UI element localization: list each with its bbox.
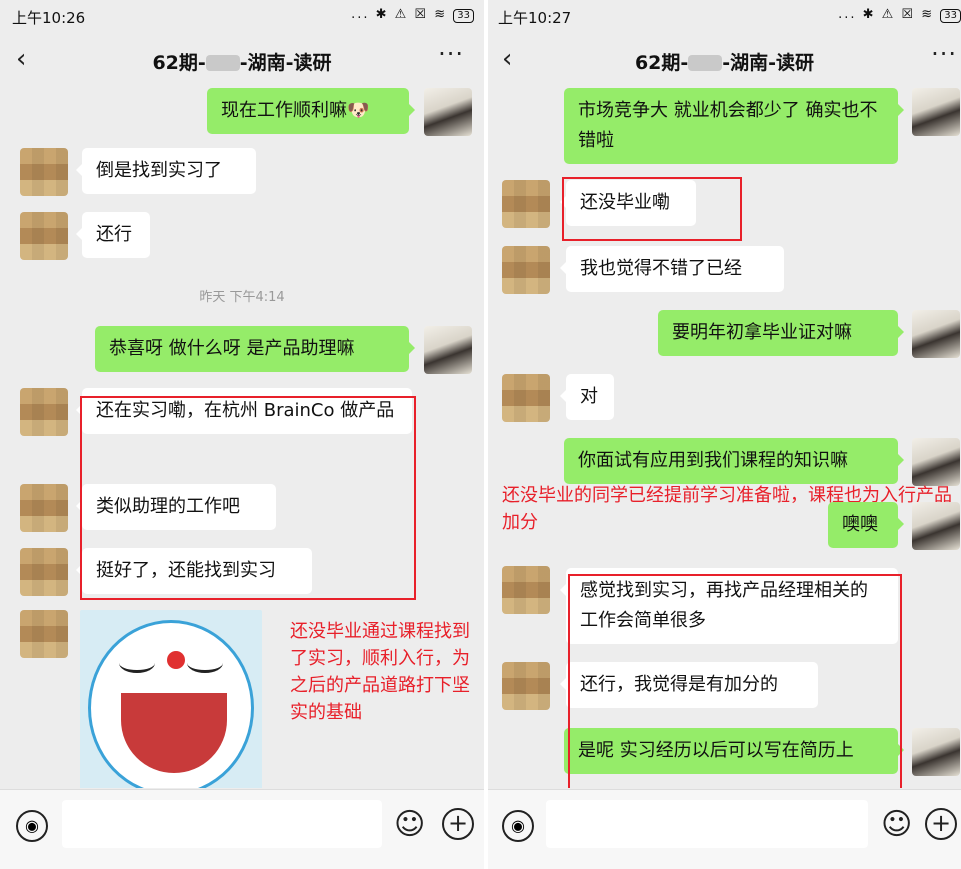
- highlight-box: [80, 396, 416, 600]
- more-icon[interactable]: ···: [438, 40, 464, 68]
- contact-avatar[interactable]: [502, 566, 550, 614]
- status-icons: ... ✱ ⚠ ☒ ≋ 33: [351, 7, 474, 23]
- chat-title-suffix: -湖南-读研: [722, 52, 815, 74]
- battery-icon: 33: [453, 9, 474, 23]
- blurred-name: [205, 55, 240, 71]
- chat-title-prefix: 62期-: [634, 52, 689, 74]
- my-avatar[interactable]: [912, 728, 960, 776]
- my-avatar[interactable]: [912, 438, 960, 486]
- message-list[interactable]: 市场竞争大 就业机会都少了 确实也不错啦 还没毕业嘞 我也觉得不错了已经 要明年…: [488, 88, 961, 788]
- message-bubble[interactable]: 市场竞争大 就业机会都少了 确实也不错啦: [564, 88, 904, 164]
- message-input[interactable]: [546, 800, 868, 848]
- sticker-eye: [119, 653, 155, 673]
- message-input[interactable]: [62, 800, 382, 848]
- input-bar: ◉ ☺ +: [0, 789, 484, 869]
- contact-avatar[interactable]: [20, 212, 68, 260]
- right-chat-screen: 上午10:27 ... ✱ ⚠ ☒ ≋ 33 ‹ 62期- -湖南-读研 ··· …: [488, 0, 961, 869]
- message-bubble[interactable]: 倒是找到实习了: [76, 148, 256, 194]
- chat-title-prefix: 62期-: [152, 52, 206, 74]
- status-time: 上午10:27: [498, 9, 572, 27]
- message-timestamp: 昨天 下午4:14: [199, 290, 285, 305]
- message-bubble[interactable]: 对: [560, 374, 614, 420]
- status-icons: ... ✱ ⚠ ☒ ≋ 33: [838, 7, 961, 23]
- my-avatar[interactable]: [912, 310, 960, 358]
- contact-avatar[interactable]: [502, 180, 550, 228]
- battery-icon: 33: [940, 9, 961, 23]
- chat-title: 62期- -湖南-读研: [0, 48, 484, 75]
- sticker-image[interactable]: [80, 610, 262, 788]
- plus-icon[interactable]: +: [925, 808, 957, 840]
- status-time: 上午10:26: [12, 9, 86, 27]
- status-bar: 上午10:27 ... ✱ ⚠ ☒ ≋ 33: [488, 0, 961, 32]
- sticker-mouth: [121, 693, 227, 773]
- title-bar: ‹ 62期- -湖南-读研 ···: [0, 32, 484, 88]
- message-bubble[interactable]: 我也觉得不错了已经: [560, 246, 784, 292]
- emoji-icon[interactable]: ☺: [394, 808, 425, 842]
- my-avatar[interactable]: [424, 326, 472, 374]
- message-bubble[interactable]: 现在工作顺利嘛🐶: [207, 88, 415, 134]
- status-bar: 上午10:26 ... ✱ ⚠ ☒ ≋ 33: [0, 0, 484, 32]
- sticker-eye: [187, 653, 223, 673]
- contact-avatar[interactable]: [502, 246, 550, 294]
- chat-title: 62期- -湖南-读研: [488, 48, 961, 75]
- annotation-text: 还没毕业通过课程找到了实习，顺利入行，为之后的产品道路打下坚实的基础: [290, 621, 470, 723]
- my-avatar[interactable]: [912, 88, 960, 136]
- message-bubble[interactable]: 还行: [76, 212, 150, 258]
- contact-avatar[interactable]: [502, 662, 550, 710]
- input-bar: ◉ ☺ +: [488, 789, 961, 869]
- plus-icon[interactable]: +: [442, 808, 474, 840]
- highlight-box: [562, 177, 742, 241]
- my-avatar[interactable]: [912, 502, 960, 550]
- message-bubble[interactable]: 恭喜呀 做什么呀 是产品助理嘛: [95, 326, 415, 372]
- blurred-name: [688, 55, 723, 71]
- contact-avatar[interactable]: [20, 148, 68, 196]
- emoji-icon[interactable]: ☺: [881, 808, 912, 842]
- message-bubble[interactable]: 你面试有应用到我们课程的知识嘛: [564, 438, 904, 484]
- sticker-nose: [167, 651, 185, 669]
- contact-avatar[interactable]: [502, 374, 550, 422]
- contact-avatar[interactable]: [20, 388, 68, 436]
- contact-avatar[interactable]: [20, 484, 68, 532]
- contact-avatar[interactable]: [20, 610, 68, 658]
- chat-title-suffix: -湖南-读研: [239, 52, 332, 74]
- title-bar: ‹ 62期- -湖南-读研 ···: [488, 32, 961, 88]
- message-bubble[interactable]: 要明年初拿毕业证对嘛: [658, 310, 904, 356]
- highlight-box: [568, 574, 902, 788]
- voice-icon[interactable]: ◉: [16, 810, 48, 842]
- more-icon[interactable]: ···: [931, 40, 957, 68]
- voice-icon[interactable]: ◉: [502, 810, 534, 842]
- contact-avatar[interactable]: [20, 548, 68, 596]
- message-list[interactable]: 现在工作顺利嘛🐶 倒是找到实习了 还行 昨天 下午4:14 恭喜呀 做什么呀 是…: [0, 88, 484, 788]
- left-chat-screen: 上午10:26 ... ✱ ⚠ ☒ ≋ 33 ‹ 62期- -湖南-读研 ··· …: [0, 0, 484, 869]
- status-icons-text: ... ✱ ⚠ ☒ ≋: [838, 7, 935, 22]
- message-bubble[interactable]: 噢噢: [828, 502, 904, 548]
- sticker-face: [88, 620, 254, 788]
- status-icons-text: ... ✱ ⚠ ☒ ≋: [351, 7, 448, 22]
- my-avatar[interactable]: [424, 88, 472, 136]
